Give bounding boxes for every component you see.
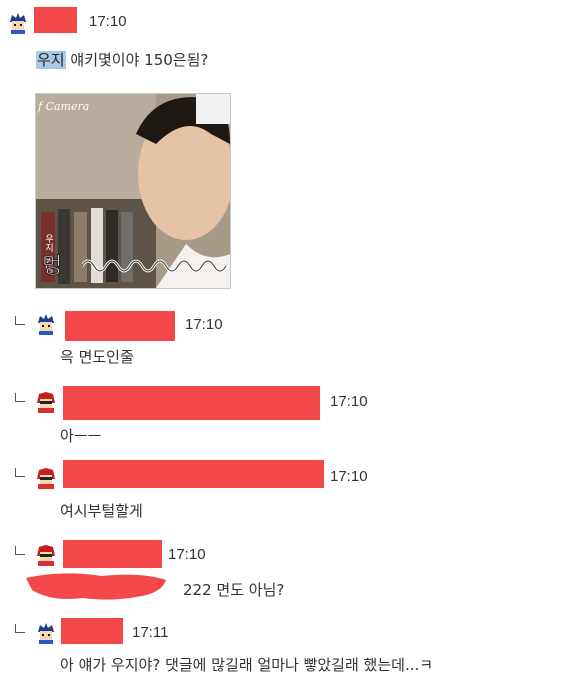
scribble-redaction	[26, 573, 166, 600]
username-redaction	[61, 618, 123, 644]
post-body: 얘키몇이야 150은됨?	[70, 51, 209, 69]
post-text: 우지 얘키몇이야 150은됨?	[36, 49, 208, 70]
reply-arrow-icon	[15, 546, 25, 555]
comment-timestamp: 17:10	[330, 393, 368, 410]
post-timestamp: 17:10	[89, 13, 127, 30]
user-avatar-red[interactable]	[35, 544, 57, 566]
username-redaction	[65, 311, 175, 341]
username-redaction	[34, 7, 77, 33]
photo-caption-big: 멍	[41, 254, 63, 280]
username-redaction	[63, 386, 320, 420]
comment-text: 아 얘가 우지야? 댓글에 많길래 얼마나 빻았길래 했는데...ㅋ	[60, 656, 434, 674]
username-redaction	[63, 460, 324, 488]
reply-arrow-icon	[15, 316, 25, 325]
attached-photo[interactable]: f Camera 우지 멍멍 멍	[35, 93, 231, 289]
user-avatar-blue[interactable]	[7, 12, 29, 34]
comment-timestamp: 17:10	[168, 546, 206, 563]
reply-arrow-icon	[15, 393, 25, 402]
comment-timestamp: 17:10	[330, 468, 368, 485]
username-redaction	[63, 540, 162, 568]
user-avatar-blue[interactable]	[35, 622, 57, 644]
comment-text: 아ㅡㅡ	[60, 427, 102, 445]
reply-arrow-icon	[15, 624, 25, 633]
comment-text: 여시부털할게	[60, 502, 143, 520]
comment-text: 윽 면도인줄	[60, 348, 134, 366]
squiggle-decoration	[82, 259, 228, 273]
comment-timestamp: 17:11	[132, 624, 169, 641]
mention-tag[interactable]: 우지	[36, 51, 66, 69]
photo-watermark: f Camera	[38, 100, 90, 113]
user-avatar-red[interactable]	[35, 467, 57, 489]
reply-arrow-icon	[15, 468, 25, 477]
user-avatar-blue[interactable]	[35, 313, 57, 335]
user-avatar-red[interactable]	[35, 391, 57, 413]
comment-timestamp: 17:10	[185, 316, 223, 333]
comment-text: 222 면도 아님?	[183, 581, 285, 599]
